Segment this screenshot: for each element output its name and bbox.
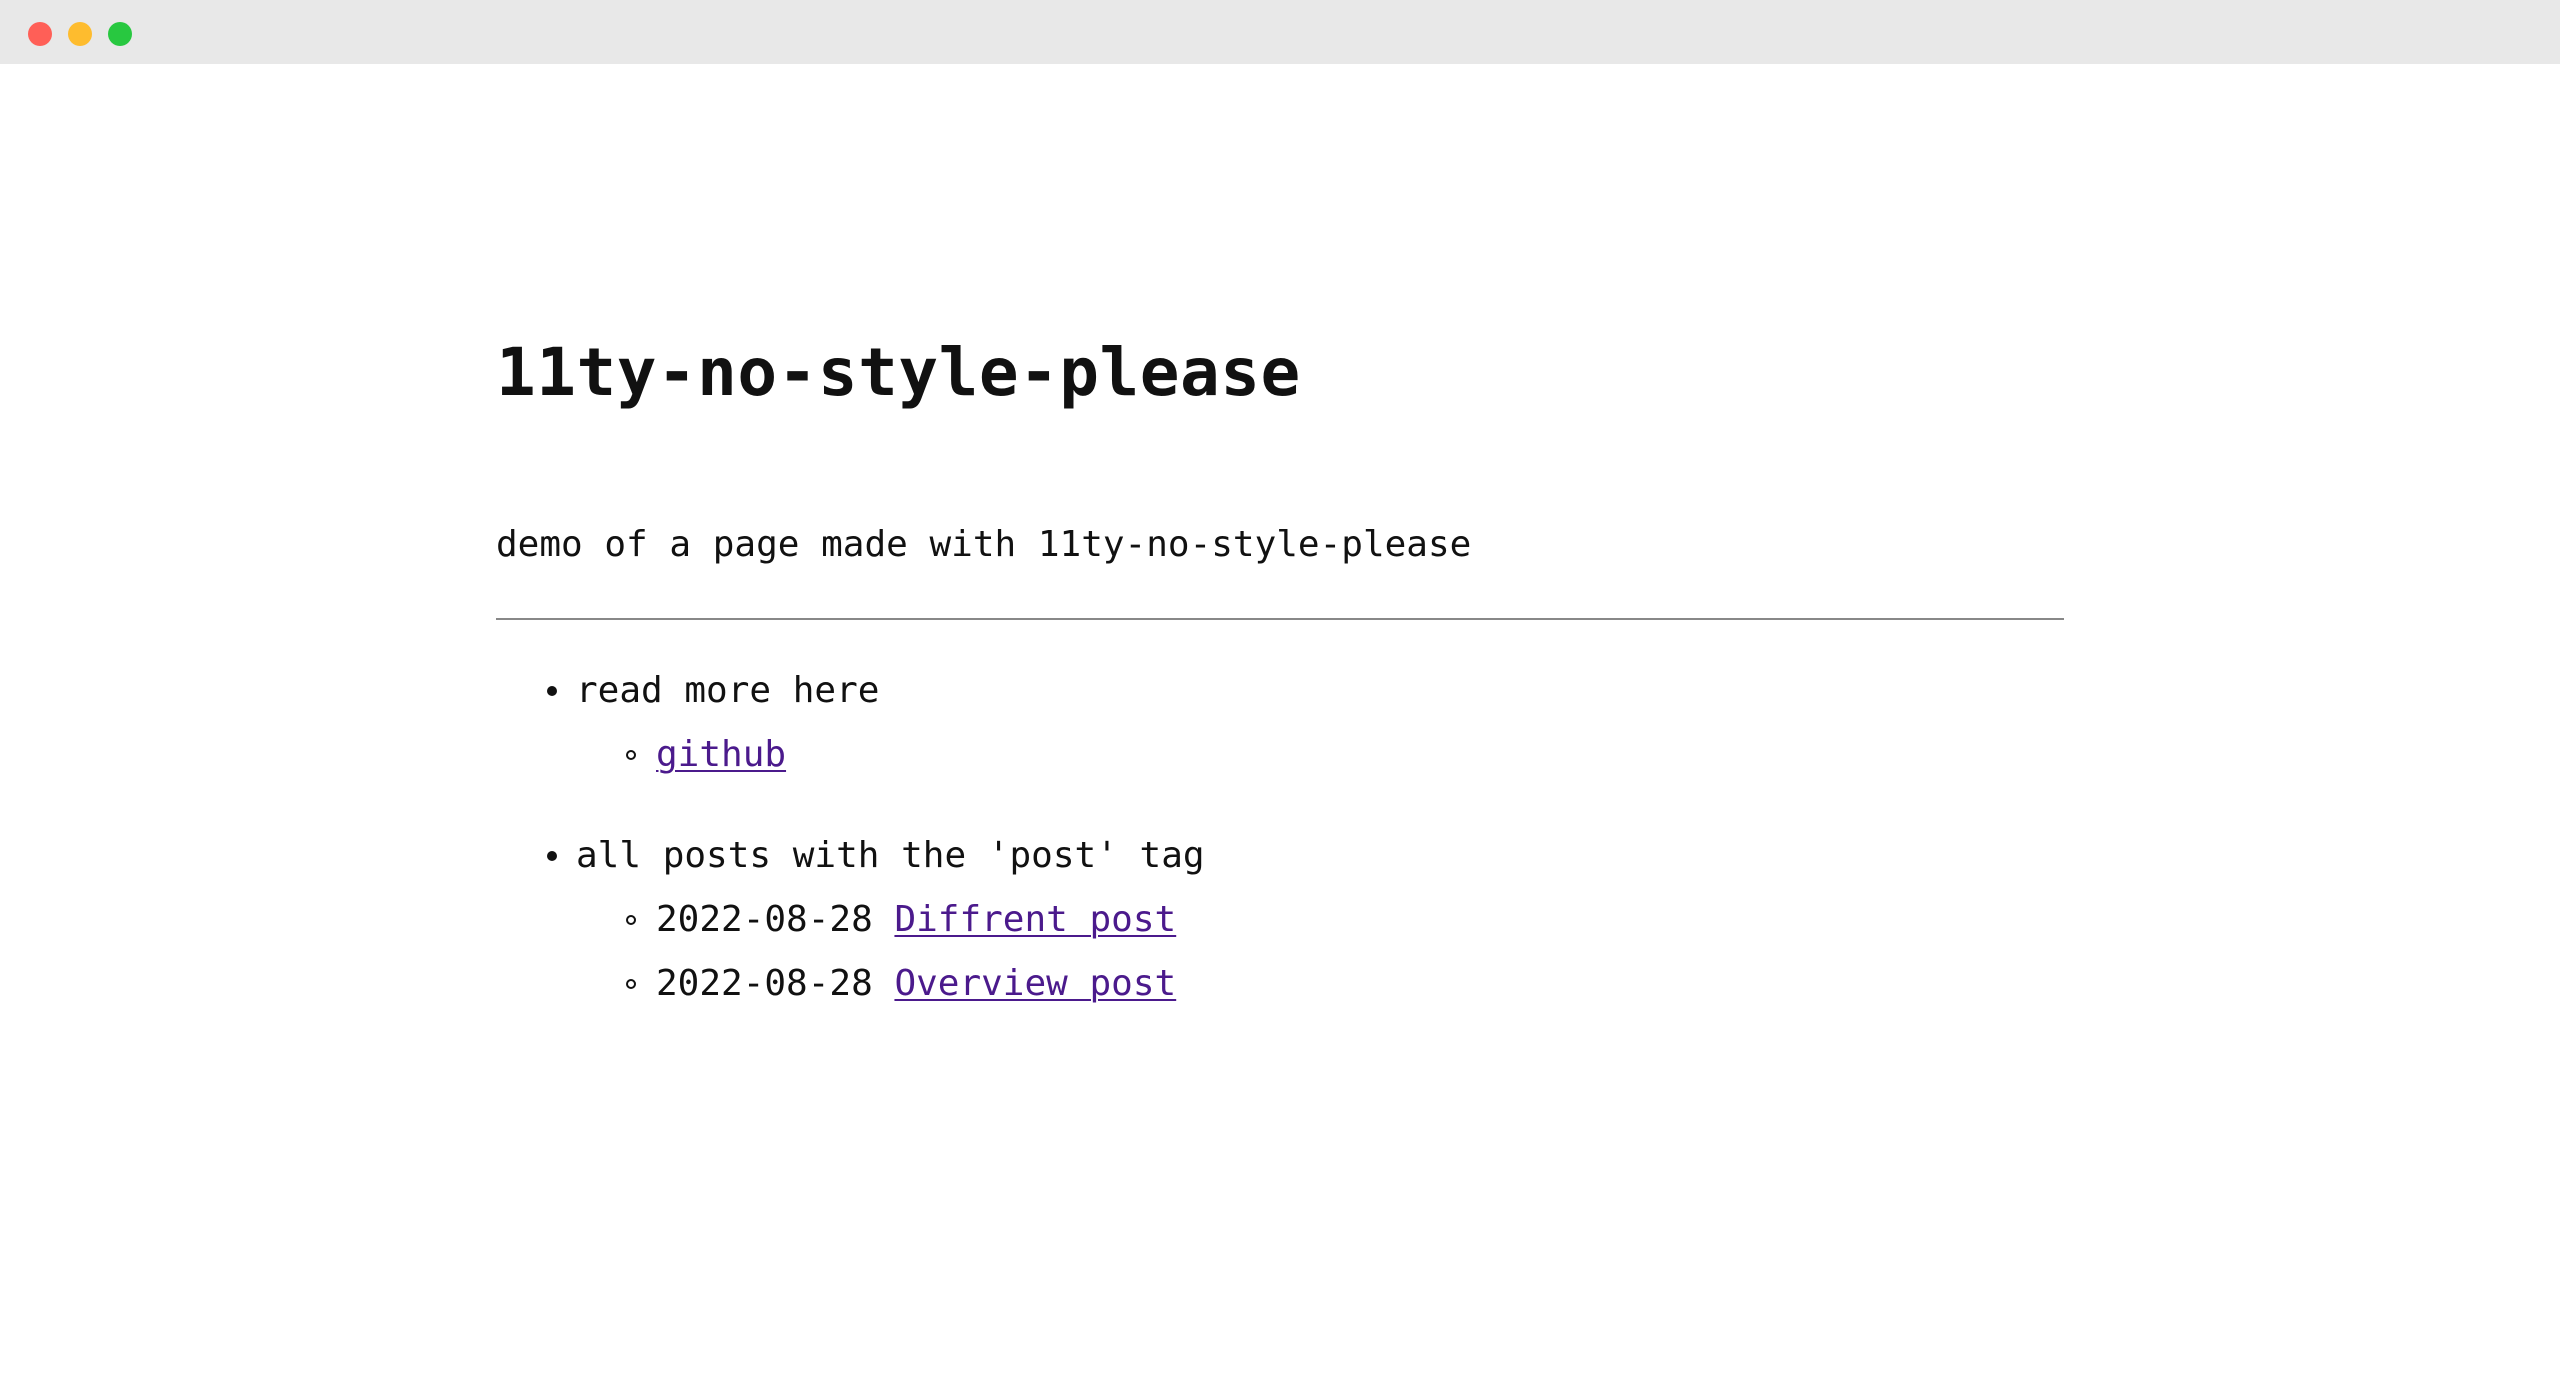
window-titlebar [0, 0, 2560, 64]
post-link-overview[interactable]: Overview post [894, 963, 1176, 1004]
maximize-window-button[interactable] [108, 22, 132, 46]
github-link[interactable]: github [656, 734, 786, 775]
post-date: 2022-08-28 [656, 899, 873, 940]
page-subtitle: demo of a page made with 11ty-no-style-p… [496, 524, 1472, 565]
post-entry: 2022-08-28 Overview post [656, 966, 1176, 1002]
circle-bullet-icon [626, 915, 636, 925]
horizontal-divider [496, 618, 2064, 620]
list-item-read-more: read more here [576, 670, 880, 711]
post-link-diffrent[interactable]: Diffrent post [894, 899, 1176, 940]
circle-bullet-icon [626, 750, 636, 760]
post-entry: 2022-08-28 Diffrent post [656, 902, 1176, 938]
list-item-posts: all posts with the 'post' tag [576, 835, 1205, 876]
close-window-button[interactable] [28, 22, 52, 46]
bullet-icon [547, 851, 557, 861]
page-title: 11ty-no-style-please [496, 334, 1301, 411]
list-item-github: github [656, 737, 786, 773]
post-date: 2022-08-28 [656, 963, 873, 1004]
circle-bullet-icon [626, 979, 636, 989]
minimize-window-button[interactable] [68, 22, 92, 46]
bullet-icon [547, 686, 557, 696]
